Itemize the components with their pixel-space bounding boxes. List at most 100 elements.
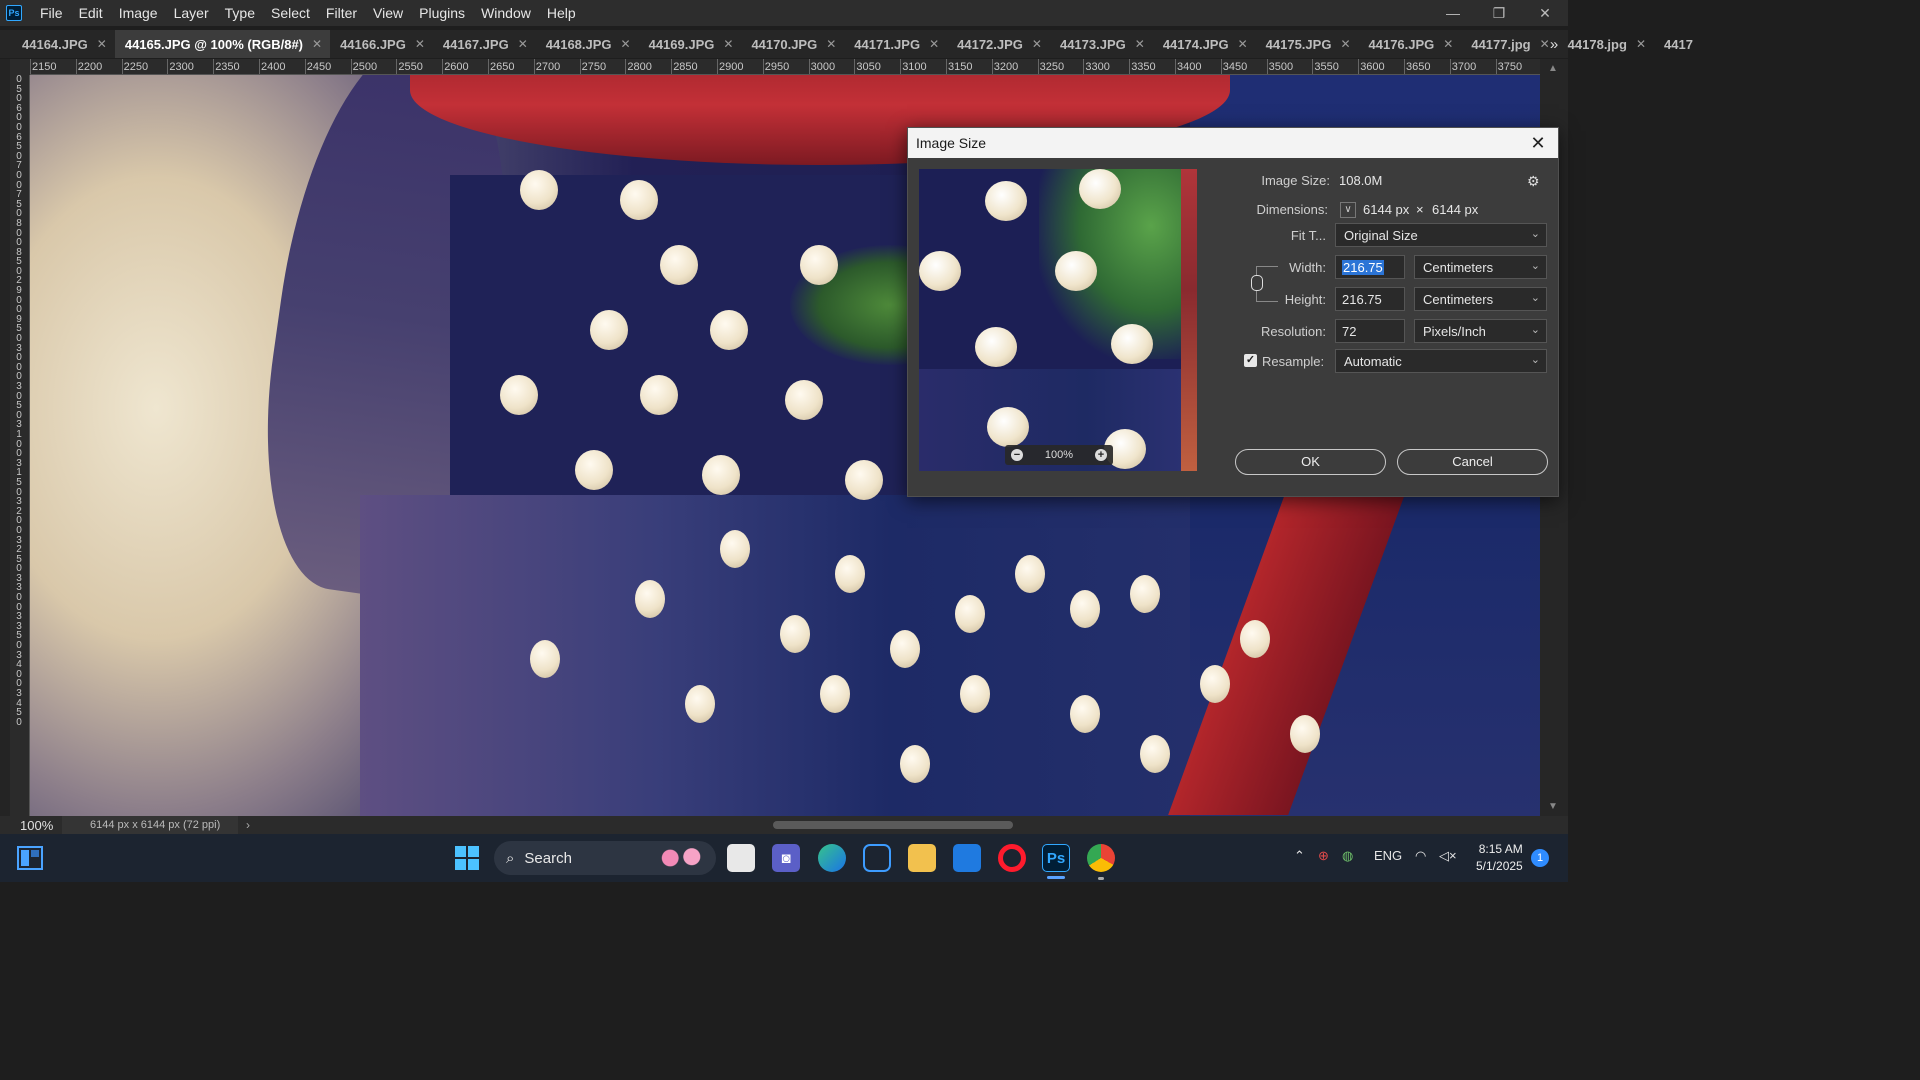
zoom-level[interactable]: 100%	[0, 818, 62, 833]
document-tab[interactable]: 44164.JPG ✕	[12, 30, 115, 58]
zoom-in-icon[interactable]: +	[1094, 449, 1107, 461]
resample-checkbox[interactable]: ✓	[1244, 354, 1257, 367]
tab-close-icon[interactable]: ✕	[1135, 37, 1145, 51]
horizontal-scroll-thumb[interactable]	[773, 821, 1013, 829]
menu-window[interactable]: Window	[473, 0, 539, 26]
menu-select[interactable]: Select	[263, 0, 318, 26]
snipping-tool-icon[interactable]	[863, 844, 891, 872]
document-tab[interactable]: 44171.JPG ✕	[844, 30, 947, 58]
close-icon[interactable]: ✕	[1526, 133, 1550, 154]
document-tab[interactable]: 44165.JPG @ 100% (RGB/8#) ✕	[114, 30, 331, 58]
width-field[interactable]: 216.75	[1335, 255, 1405, 279]
menu-type[interactable]: Type	[217, 0, 263, 26]
tab-close-icon[interactable]: ✕	[929, 37, 939, 51]
polka-dot	[660, 245, 698, 285]
tab-close-icon[interactable]: ✕	[826, 37, 836, 51]
tab-label: 44173.JPG	[1059, 36, 1126, 52]
wifi-icon[interactable]: ◠	[1415, 848, 1426, 864]
language-indicator[interactable]: ENG	[1374, 848, 1402, 863]
document-tab[interactable]: 44176.JPG ✕	[1359, 30, 1462, 58]
cancel-button[interactable]: Cancel	[1397, 449, 1548, 475]
network-globe-icon[interactable]: ◍	[1342, 848, 1353, 864]
menu-layer[interactable]: Layer	[166, 0, 217, 26]
fit-to-dropdown[interactable]: Original Size ⌄	[1335, 223, 1547, 247]
ruler-origin[interactable]	[10, 59, 30, 75]
microsoft-store-icon[interactable]	[953, 844, 981, 872]
height-field[interactable]: 216.75	[1335, 287, 1405, 311]
task-view-icon[interactable]	[727, 844, 755, 872]
document-info[interactable]: 6144 px x 6144 px (72 ppi)	[62, 816, 238, 834]
opera-icon[interactable]	[998, 844, 1026, 872]
windows-start-icon[interactable]	[453, 844, 481, 872]
ruler-tick	[1037, 59, 1039, 74]
tab-close-icon[interactable]: ✕	[723, 37, 733, 51]
widgets-icon[interactable]	[16, 844, 44, 872]
menu-file[interactable]: File	[32, 0, 71, 26]
ruler-label: 2850	[673, 61, 698, 73]
teams-icon[interactable]: ◙	[772, 844, 800, 872]
tab-close-icon[interactable]: ✕	[1032, 37, 1042, 51]
restore-button[interactable]: ❐	[1476, 0, 1522, 26]
tab-close-icon[interactable]: ✕	[97, 37, 107, 51]
height-unit-dropdown[interactable]: Centimeters ⌄	[1414, 287, 1547, 311]
photoshop-taskbar-icon[interactable]: Ps	[1042, 844, 1070, 872]
document-tab[interactable]: 44173.JPG ✕	[1050, 30, 1153, 58]
notification-badge[interactable]: 1	[1531, 849, 1549, 867]
dialog-titlebar[interactable]: Image Size ✕	[908, 128, 1558, 158]
file-explorer-icon[interactable]	[908, 844, 936, 872]
menu-edit[interactable]: Edit	[71, 0, 111, 26]
tab-close-icon[interactable]: ✕	[621, 37, 631, 51]
image-preview[interactable]: − 100% +	[919, 169, 1197, 471]
ok-button[interactable]: OK	[1235, 449, 1386, 475]
document-tab[interactable]: 4417	[1654, 30, 1701, 58]
minimize-button[interactable]: —	[1430, 0, 1476, 26]
tab-overflow-icon[interactable]: »	[1540, 30, 1568, 58]
vertical-ruler[interactable]: 0 5 0 6 0 0 6 5 0 7 0 0 7 5 0 8 0 0 8 5 …	[10, 75, 30, 816]
polka-dot	[702, 455, 740, 495]
speaker-muted-icon[interactable]: ◁×	[1439, 848, 1457, 864]
taskbar-clock[interactable]: 8:15 AM 5/1/2025	[1476, 841, 1523, 875]
resolution-field[interactable]: 72	[1335, 319, 1405, 343]
tab-close-icon[interactable]: ✕	[1238, 37, 1248, 51]
width-unit-dropdown[interactable]: Centimeters ⌄	[1414, 255, 1547, 279]
clock-date: 5/1/2025	[1476, 859, 1523, 873]
close-window-button[interactable]: ✕	[1522, 0, 1568, 26]
chrome-icon[interactable]	[1087, 844, 1115, 872]
document-tab[interactable]: 44169.JPG ✕	[639, 30, 742, 58]
horizontal-scrollbar[interactable]	[258, 820, 1538, 830]
document-tab[interactable]: 44175.JPG ✕	[1256, 30, 1359, 58]
chevron-down-icon[interactable]: ∨	[1340, 202, 1356, 218]
gear-icon[interactable]: ⚙	[1527, 173, 1540, 190]
tab-close-icon[interactable]: ✕	[1340, 37, 1350, 51]
menu-filter[interactable]: Filter	[318, 0, 365, 26]
menu-view[interactable]: View	[365, 0, 411, 26]
horizontal-ruler[interactable]: 2150 2200 2250 2300 2350 2400 2450 2500 2550 2600…	[30, 59, 1540, 75]
resolution-unit-dropdown[interactable]: Pixels/Inch ⌄	[1414, 319, 1547, 343]
tab-close-icon[interactable]: ✕	[415, 37, 425, 51]
zoom-out-icon[interactable]: −	[1011, 449, 1023, 461]
polka-dot	[520, 170, 558, 210]
document-tab[interactable]: 44166.JPG ✕	[330, 30, 433, 58]
chevron-up-icon[interactable]: ⌃	[1294, 848, 1305, 864]
document-tab[interactable]: 44178.jpg ✕	[1558, 30, 1654, 58]
tab-close-icon[interactable]: ✕	[518, 37, 528, 51]
edge-icon[interactable]	[818, 844, 846, 872]
document-tab[interactable]: 44168.JPG ✕	[536, 30, 639, 58]
tab-close-icon[interactable]: ✕	[1443, 37, 1453, 51]
document-tab[interactable]: 44170.JPG ✕	[741, 30, 844, 58]
tab-close-icon[interactable]: ✕	[312, 37, 322, 51]
vpn-icon[interactable]: ⊕	[1318, 848, 1329, 864]
tab-close-icon[interactable]: ✕	[1636, 37, 1646, 51]
document-tab[interactable]: 44174.JPG ✕	[1153, 30, 1256, 58]
menu-help[interactable]: Help	[539, 0, 584, 26]
link-chain-icon[interactable]	[1251, 275, 1263, 291]
menu-image[interactable]: Image	[111, 0, 166, 26]
menu-plugins[interactable]: Plugins	[411, 0, 473, 26]
document-tab[interactable]: 44167.JPG ✕	[433, 30, 536, 58]
scroll-down-arrow-icon[interactable]: ▼	[1548, 801, 1558, 812]
document-tab[interactable]: 44172.JPG ✕	[947, 30, 1050, 58]
status-menu-arrow-icon[interactable]: ›	[238, 818, 258, 832]
scroll-up-arrow-icon[interactable]: ▲	[1548, 63, 1558, 74]
taskbar-search-box[interactable]: ⌕ Search	[494, 841, 716, 875]
resample-dropdown[interactable]: Automatic ⌄	[1335, 349, 1547, 373]
